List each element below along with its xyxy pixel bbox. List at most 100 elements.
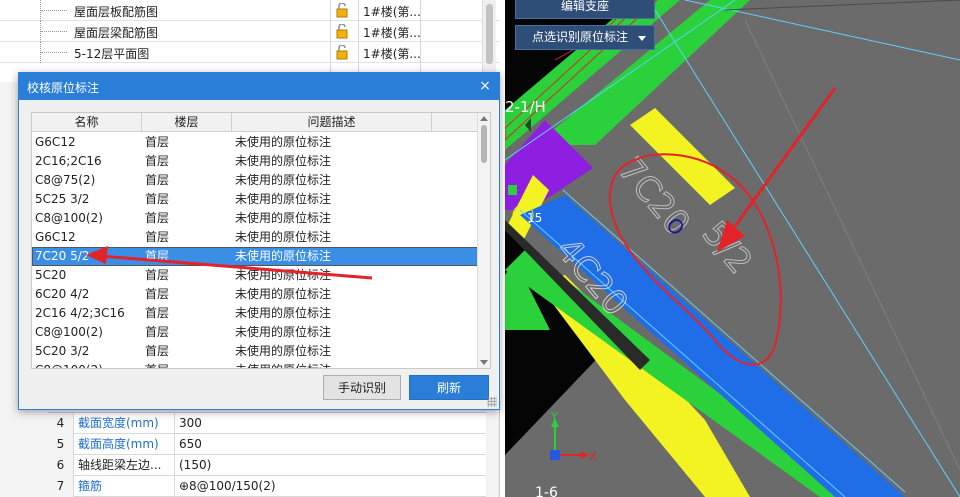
cell-description: 未使用的原位标注 — [235, 211, 332, 225]
property-row[interactable]: 4 截面宽度(mm) 300 — [48, 413, 486, 434]
close-icon[interactable]: × — [475, 76, 495, 96]
cell-name: C8@75(2) — [35, 173, 96, 187]
number-label: 15 — [527, 211, 542, 225]
ucs-origin — [550, 450, 560, 460]
tree-connector — [40, 0, 70, 21]
property-row[interactable]: 5 截面高度(mm) 650 — [48, 434, 486, 455]
column-header-name[interactable]: 名称 — [32, 113, 142, 132]
cell-floor: 首层 — [145, 230, 170, 244]
grid-row[interactable]: C8@75(2) 首层 未使用的原位标注 — [32, 171, 478, 190]
grid-row[interactable]: C8@100(2)首层未使用的原位标注 — [32, 209, 478, 228]
edit-support-button[interactable]: 编辑支座 — [515, 0, 655, 19]
edit-support-label: 编辑支座 — [560, 0, 609, 13]
scrollbar-thumb[interactable] — [486, 4, 493, 64]
cell-floor: 首层 — [145, 173, 170, 187]
tree-connector — [40, 42, 70, 63]
property-value[interactable]: 650 — [179, 434, 202, 455]
drawing-floor: 1#楼(第... — [363, 47, 421, 61]
scroll-up-icon[interactable] — [480, 116, 488, 121]
tree-connector — [40, 21, 70, 42]
axis-label: 2-1/H — [505, 98, 546, 116]
cell-floor: 首层 — [145, 287, 170, 301]
grid-row[interactable]: 5C20 3/2 首层 未使用的原位标注 — [32, 342, 478, 361]
cyan-line — [684, 0, 960, 61]
cell-floor: 首层 — [145, 249, 170, 263]
drawing-list-scrollbar[interactable] — [482, 0, 496, 82]
grid-row[interactable]: 5C25 3/2 首层 未使用的原位标注 — [32, 190, 478, 209]
grid-row[interactable]: G6C12 首层 未使用的原位标注 — [32, 228, 478, 247]
property-value[interactable]: ⊕8@100/150(2) — [179, 476, 276, 497]
cell-floor: 首层 — [145, 154, 170, 168]
column-header-desc[interactable]: 问题描述 — [232, 113, 432, 132]
cell-floor: 首层 — [145, 306, 170, 320]
cell-divider — [174, 434, 175, 455]
chevron-down-icon — [638, 36, 646, 41]
cell-name: 5C20 — [35, 268, 67, 282]
dialog-title: 校核原位标注 — [27, 81, 100, 95]
square-marker — [508, 185, 517, 195]
cell-name: 5C25 3/2 — [35, 192, 90, 206]
red-arrow-shaft — [723, 87, 837, 241]
grid-row-selected[interactable]: 7C20 5/2 首层 未使用的原位标注 — [32, 247, 478, 266]
property-index: 6 — [48, 455, 74, 476]
property-row[interactable]: 7 箍筋 ⊕8@100/150(2) — [48, 476, 486, 497]
grid-header: 名称 楼层 问题描述 — [32, 113, 478, 132]
cell-description: 未使用的原位标注 — [235, 268, 332, 282]
lock-icon — [336, 24, 348, 39]
cell-floor: 首层 — [145, 192, 170, 206]
drawing-name: 屋面层梁配筋图 — [74, 26, 159, 40]
drawing-list-row[interactable]: 屋面层梁配筋图 1#楼(第... — [0, 21, 500, 42]
pick-recognize-dropdown[interactable]: 点选识别原位标注 — [515, 25, 655, 50]
drawing-list-row[interactable]: 屋面层板配筋图 1#楼(第... — [0, 0, 500, 21]
grid-row[interactable]: 5C20 首层 未使用的原位标注 — [32, 266, 478, 285]
cell-floor: 首层 — [145, 211, 170, 225]
drawing-floor: 1#楼(第... — [363, 26, 421, 40]
ucs-y-label: Y — [550, 410, 558, 423]
property-name: 轴线距梁左边... — [78, 458, 162, 472]
drawing-list-row[interactable]: 5-12层平面图 1#楼(第... — [0, 42, 500, 63]
property-index: 7 — [48, 476, 74, 497]
check-annotation-dialog: 校核原位标注 × 名称 楼层 问题描述 G6C12 首层 未使用的原位标注 2C16;… — [18, 72, 500, 410]
grid-row[interactable]: G6C12 首层 未使用的原位标注 — [32, 133, 478, 152]
app-window: 屋面层板配筋图 1#楼(第... 屋面层梁配筋图 1#楼(第... 5-12层平… — [0, 0, 960, 497]
grid-row[interactable]: C8@100(2)首层未使用的原位标注 — [32, 361, 478, 368]
cell-floor: 首层 — [145, 361, 229, 368]
cell-description: 未使用的原位标注 — [235, 287, 332, 301]
cell-description: 未使用的原位标注 — [235, 344, 332, 358]
manual-recognize-button[interactable]: 手动识别 — [323, 375, 401, 400]
dialog-titlebar[interactable]: 校核原位标注 × — [19, 73, 499, 100]
property-name: 箍筋 — [78, 479, 103, 493]
cell-description: 未使用的原位标注 — [235, 306, 332, 320]
cell-name: 2C16;2C16 — [35, 154, 102, 168]
ucs-x-arrow — [581, 451, 589, 459]
pick-recognize-label: 点选识别原位标注 — [532, 30, 629, 44]
column-divider — [358, 0, 359, 82]
refresh-button[interactable]: 刷新 — [409, 375, 489, 400]
cad-canvas[interactable]: 2-1/H 1-6 15 7C20 5/2 O 4C20 Y X 编辑支座 点选… — [505, 0, 960, 497]
cell-description: 未使用的原位标注 — [235, 325, 332, 339]
cell-description: 未使用的原位标注 — [235, 192, 332, 206]
annotation-grid: 名称 楼层 问题描述 G6C12 首层 未使用的原位标注 2C16;2C16 首层 未使用… — [31, 112, 491, 369]
scrollbar-thumb[interactable] — [481, 125, 487, 163]
grid-row[interactable]: C8@100(2)首层未使用的原位标注 — [32, 323, 478, 342]
grid-row[interactable]: 6C20 4/2 首层 未使用的原位标注 — [32, 285, 478, 304]
drawing-floor: 1#楼(第... — [363, 5, 421, 19]
property-value[interactable]: (150) — [179, 455, 211, 476]
property-index: 5 — [48, 434, 74, 455]
scroll-down-icon[interactable] — [480, 360, 488, 365]
column-header-floor[interactable]: 楼层 — [142, 113, 232, 132]
column-divider — [420, 0, 421, 82]
cell-name: G6C12 — [35, 230, 76, 244]
property-value[interactable]: 300 — [179, 413, 202, 434]
drawing-list: 屋面层板配筋图 1#楼(第... 屋面层梁配筋图 1#楼(第... 5-12层平… — [0, 0, 500, 82]
grid-row[interactable]: 2C16;2C16 首层 未使用的原位标注 — [32, 152, 478, 171]
property-name: 截面高度(mm) — [78, 437, 159, 451]
resize-grip[interactable] — [487, 397, 497, 407]
property-name: 截面宽度(mm) — [78, 416, 159, 430]
column-divider — [330, 0, 331, 82]
cell-floor: 首层 — [145, 135, 170, 149]
grid-scrollbar[interactable] — [477, 113, 490, 368]
cell-divider — [174, 413, 175, 434]
grid-row[interactable]: 2C16 4/2;3C16 首层 未使用的原位标注 — [32, 304, 478, 323]
property-row[interactable]: 6 轴线距梁左边... (150) — [48, 455, 486, 476]
